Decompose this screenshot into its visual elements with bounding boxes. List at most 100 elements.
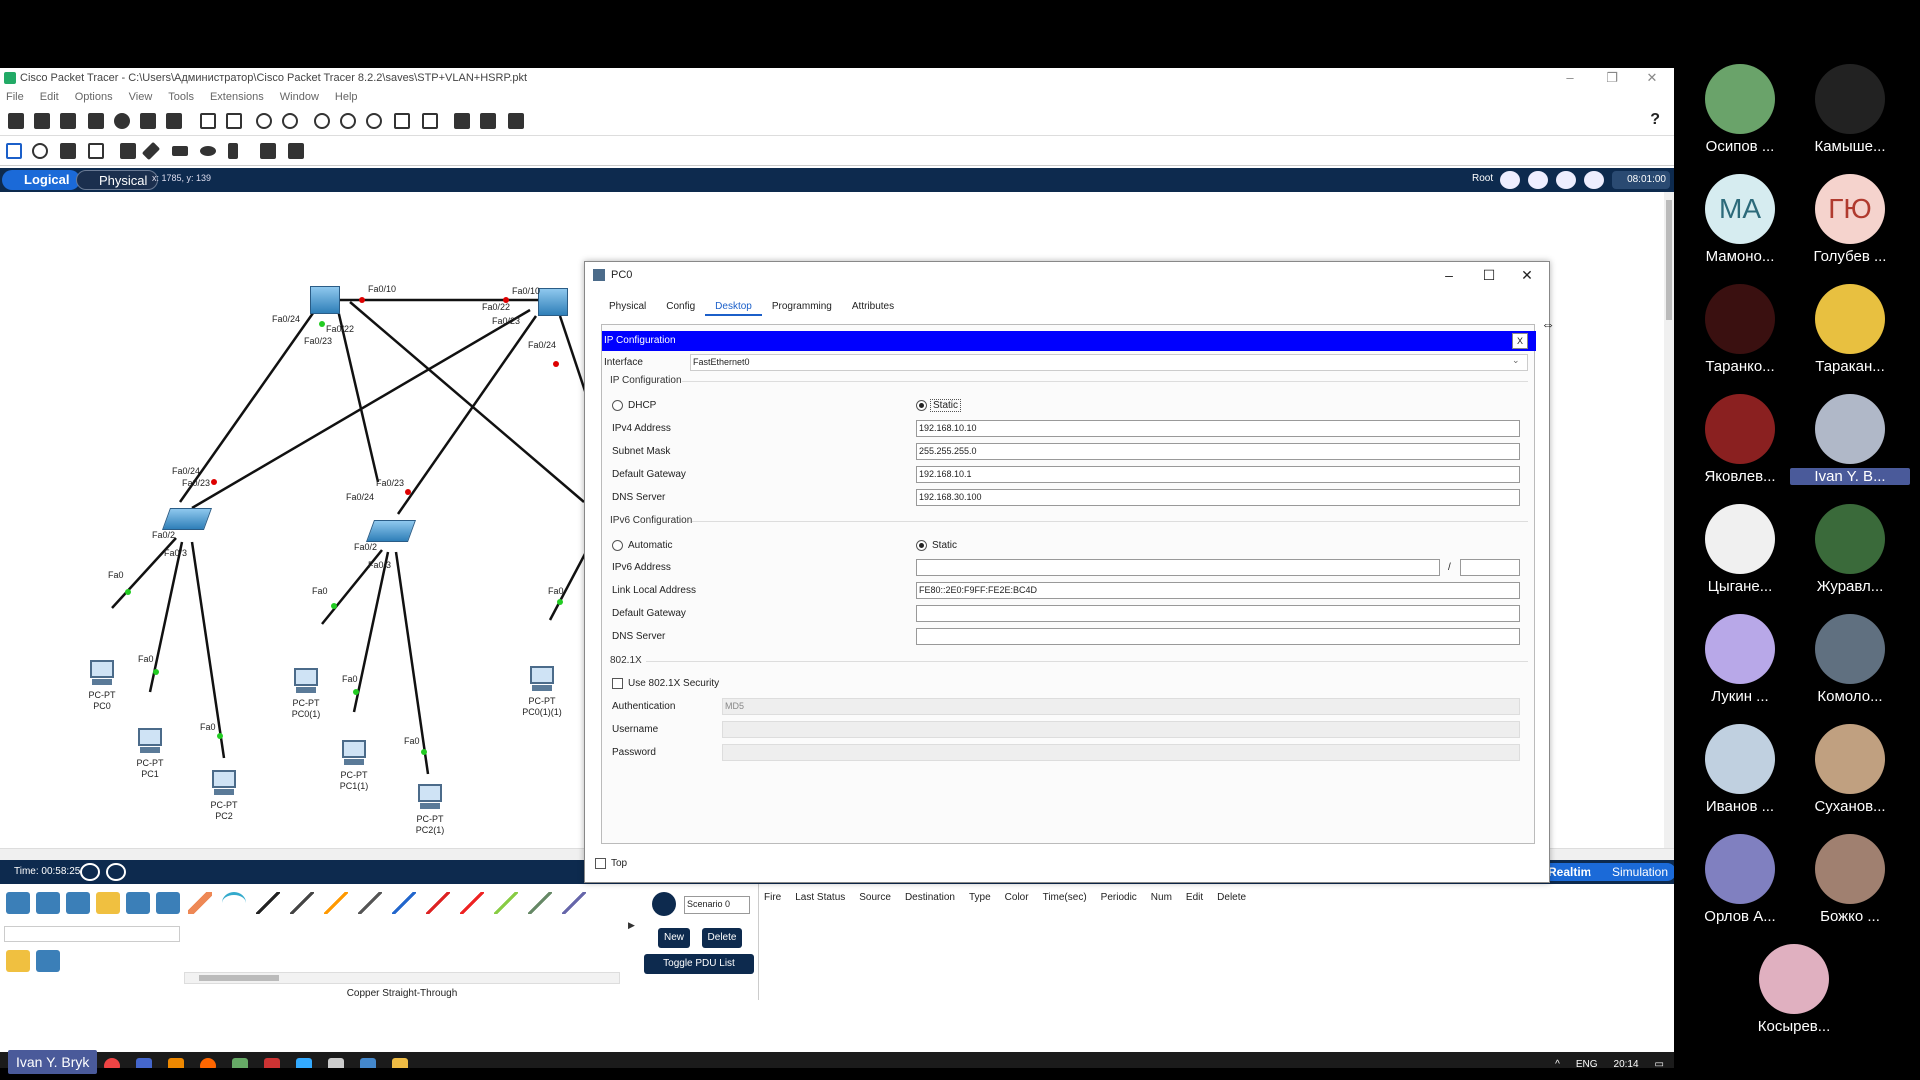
connections-icon[interactable] — [96, 892, 120, 914]
participant-tile[interactable]: Осипов ... — [1690, 64, 1790, 164]
delete-icon[interactable] — [60, 143, 76, 159]
cable-scrollbar[interactable] — [184, 972, 620, 984]
ipv6-prefix-input[interactable] — [1460, 559, 1520, 576]
fast-forward-icon[interactable] — [106, 863, 126, 881]
menu-options[interactable]: Options — [75, 91, 113, 103]
fiber-cable-icon[interactable] — [324, 892, 348, 914]
minimize-icon[interactable]: – — [1552, 68, 1588, 88]
ipv6-dns-input[interactable] — [916, 628, 1520, 645]
participant-tile[interactable]: Божко ... — [1800, 834, 1900, 934]
tab-desktop[interactable]: Desktop — [705, 298, 762, 316]
grid-icon[interactable] — [36, 950, 60, 972]
zoom-out-icon[interactable] — [366, 113, 382, 129]
app-icon[interactable] — [360, 1058, 376, 1068]
participant-tile[interactable]: Комоло... — [1800, 614, 1900, 714]
tab-programming[interactable]: Programming — [762, 298, 842, 316]
participant-tile[interactable]: Косырев... — [1744, 944, 1844, 1044]
menu-help[interactable]: Help — [335, 91, 358, 103]
tab-config[interactable]: Config — [656, 298, 705, 316]
auto-cable-icon[interactable] — [188, 892, 212, 914]
participant-tile[interactable]: Лукин ... — [1690, 614, 1790, 714]
dns-server-input[interactable]: 192.168.30.100 — [916, 489, 1520, 506]
back-icon[interactable] — [1500, 171, 1520, 189]
app-icon[interactable] — [328, 1058, 344, 1068]
menu-extensions[interactable]: Extensions — [210, 91, 264, 103]
switch-icon[interactable] — [161, 508, 213, 530]
link[interactable] — [191, 308, 531, 510]
participant-tile[interactable]: МА Мамоно... — [1690, 174, 1790, 274]
redo-icon[interactable] — [282, 113, 298, 129]
viewport-icon[interactable] — [1556, 171, 1576, 189]
link[interactable] — [336, 309, 380, 483]
participant-tile[interactable]: Суханов... — [1800, 724, 1900, 824]
participant-tile[interactable]: Ivan Y. B... — [1790, 394, 1910, 494]
powerpoint-icon[interactable] — [264, 1058, 280, 1068]
network-icon[interactable]: ^ — [1555, 1059, 1560, 1068]
language-indicator[interactable]: ENG — [1576, 1059, 1598, 1068]
pc-icon[interactable] — [88, 660, 116, 686]
ipv6-gateway-input[interactable] — [916, 605, 1520, 622]
pc-icon[interactable] — [210, 770, 238, 796]
menu-file[interactable]: File — [6, 91, 24, 103]
app-icon[interactable] — [296, 1058, 312, 1068]
pc-icon[interactable] — [136, 728, 164, 754]
paste-icon[interactable] — [226, 113, 242, 129]
network-devices-icon[interactable] — [6, 892, 30, 914]
info-icon[interactable] — [114, 113, 130, 129]
authentication-select[interactable]: MD5 — [722, 698, 1520, 715]
new-file-icon[interactable] — [8, 113, 24, 129]
password-input[interactable] — [722, 744, 1520, 761]
cloud-icon[interactable] — [1528, 171, 1548, 189]
ipv4-static-radio[interactable] — [916, 400, 927, 411]
straight-through-cable-icon[interactable] — [256, 892, 280, 914]
ipv6-address-input[interactable] — [916, 559, 1440, 576]
custom-device-icon[interactable] — [422, 113, 438, 129]
serial-dce-cable-icon[interactable] — [426, 892, 450, 914]
image-icon[interactable] — [508, 113, 524, 129]
expand-arrow-icon[interactable]: ▶ — [628, 920, 635, 931]
menu-window[interactable]: Window — [280, 91, 319, 103]
coaxial-cable-icon[interactable] — [392, 892, 416, 914]
switch-icon[interactable] — [365, 520, 417, 542]
inspect-icon[interactable] — [32, 143, 48, 159]
chrome-icon[interactable] — [104, 1058, 120, 1068]
subnet-mask-input[interactable]: 255.255.255.0 — [916, 443, 1520, 460]
new-scenario-button[interactable]: New — [658, 928, 690, 948]
resize-shape-icon[interactable] — [88, 143, 104, 159]
ipv6-static-radio[interactable] — [916, 540, 927, 551]
ipv4-address-input[interactable]: 192.168.10.10 — [916, 420, 1520, 437]
crossover-cable-icon[interactable] — [290, 892, 314, 914]
delete-scenario-button[interactable]: Delete — [702, 928, 742, 948]
link[interactable] — [352, 551, 390, 713]
end-devices-icon[interactable] — [36, 892, 60, 914]
close-icon[interactable]: ✕ — [1634, 68, 1670, 88]
drawing-palette-icon[interactable] — [394, 113, 410, 129]
maximize-icon[interactable]: ☐ — [1469, 264, 1509, 286]
menu-edit[interactable]: Edit — [40, 91, 59, 103]
participant-tile[interactable]: Иванов ... — [1690, 724, 1790, 824]
participant-tile[interactable]: Цыгане... — [1690, 504, 1790, 604]
link[interactable] — [349, 301, 585, 503]
taskbar-clock[interactable]: 20:14 — [1614, 1059, 1639, 1068]
tab-physical[interactable]: Physical — [599, 298, 656, 316]
device-search-field[interactable] — [4, 926, 180, 942]
packet-tracer-taskbar-icon[interactable] — [232, 1058, 248, 1068]
chevron-down-icon[interactable]: ⌄ — [1512, 355, 1520, 366]
file-explorer-icon[interactable] — [392, 1058, 408, 1068]
logical-view-button[interactable]: Logical — [2, 170, 80, 190]
physical-view-button[interactable]: Physical — [76, 170, 159, 190]
interface-select[interactable]: FastEthernet0 — [690, 354, 1528, 371]
username-input[interactable] — [722, 721, 1520, 738]
multiuser-icon[interactable] — [156, 892, 180, 914]
undo-icon[interactable] — [256, 113, 272, 129]
participant-tile[interactable]: Журавл... — [1800, 504, 1900, 604]
simulation-mode-button[interactable]: Simulation — [1590, 863, 1674, 881]
default-gateway-input[interactable]: 192.168.10.1 — [916, 466, 1520, 483]
restore-icon[interactable]: ❐ — [1594, 68, 1630, 88]
toggle-pdu-list-button[interactable]: Toggle PDU List Window — [644, 954, 754, 989]
place-note-icon[interactable] — [120, 143, 136, 159]
vertical-scrollbar[interactable] — [1664, 192, 1674, 848]
copy-icon[interactable] — [200, 113, 216, 129]
top-checkbox[interactable] — [595, 858, 606, 869]
draw-ellipse-icon[interactable] — [200, 146, 216, 156]
